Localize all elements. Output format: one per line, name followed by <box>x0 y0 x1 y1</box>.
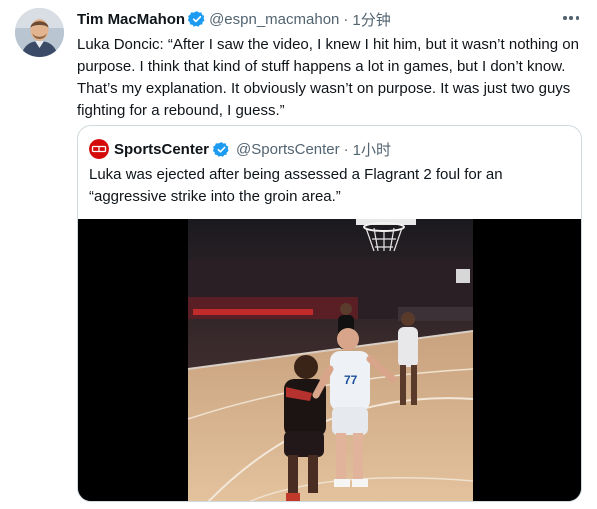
tweet-timestamp[interactable]: 1分钟 <box>352 9 390 30</box>
video-frame: 77 <box>187 219 474 501</box>
separator-dot: · <box>343 140 349 158</box>
sportscenter-logo-icon <box>89 139 109 159</box>
quoted-tweet-card[interactable]: SportsCenter @SportsCenter · 1小时 Luka wa… <box>77 125 582 502</box>
more-icon[interactable] <box>561 10 581 26</box>
author-name[interactable]: Tim MacMahon <box>77 11 185 28</box>
quoted-tweet-header: SportsCenter @SportsCenter · 1小时 <box>89 139 391 159</box>
jersey-number: 77 <box>344 373 358 387</box>
verified-badge-icon <box>187 10 206 28</box>
quoted-author-handle[interactable]: @SportsCenter <box>236 141 340 158</box>
tweet-text: Luka Doncic: “After I saw the video, I k… <box>77 36 579 119</box>
quoted-author-name[interactable]: SportsCenter <box>114 141 209 158</box>
quoted-tweet-timestamp[interactable]: 1小时 <box>353 139 391 160</box>
quoted-tweet-text: Luka was ejected after being assessed a … <box>89 166 503 205</box>
separator-dot: · <box>343 10 349 28</box>
tweet[interactable]: Tim MacMahon @espn_macmahon · 1分钟 Luka D… <box>0 0 597 509</box>
video-player[interactable]: 77 <box>78 219 581 501</box>
tweet-header: Tim MacMahon @espn_macmahon · 1分钟 <box>77 9 391 29</box>
author-avatar[interactable] <box>15 8 64 57</box>
author-handle[interactable]: @espn_macmahon <box>209 11 339 28</box>
verified-badge-icon <box>212 141 230 158</box>
